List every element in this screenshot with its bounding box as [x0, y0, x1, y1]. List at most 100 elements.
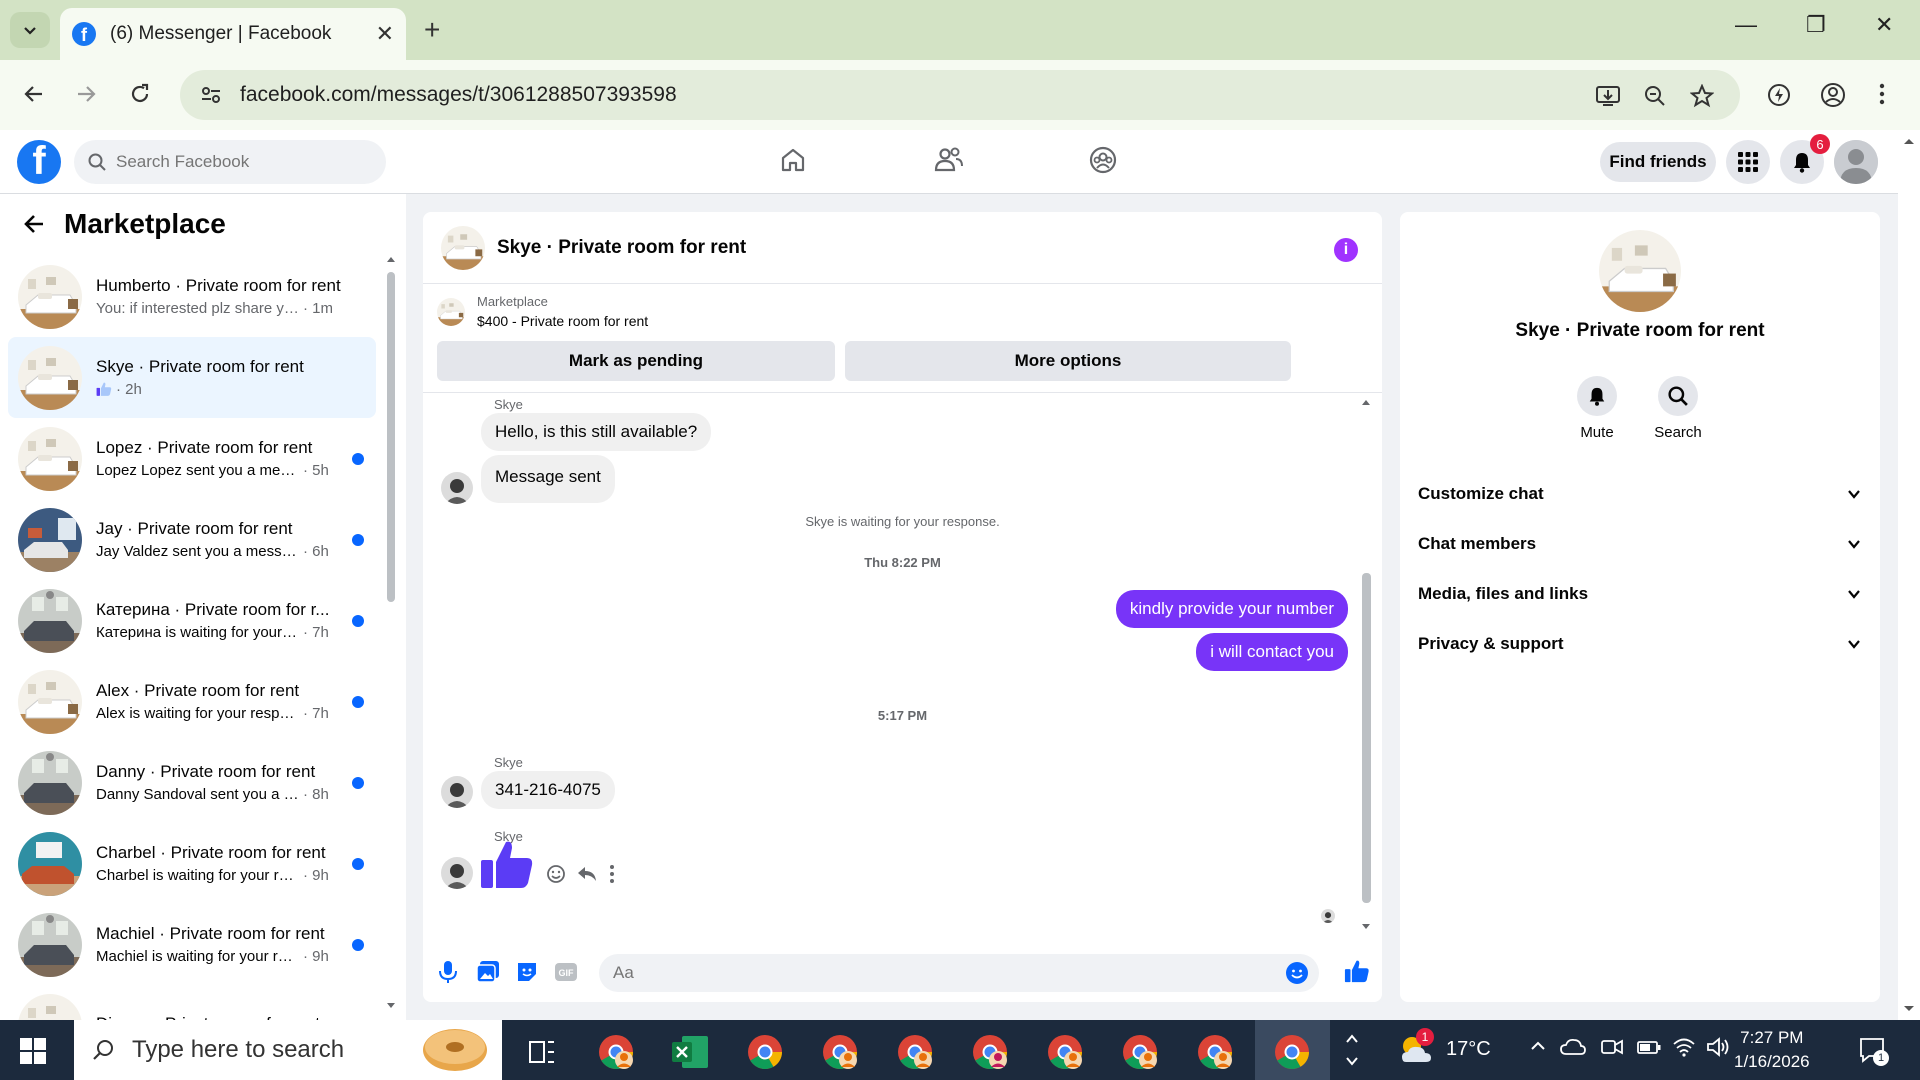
chrome-taskbar-app[interactable]: [820, 1032, 860, 1072]
chrome-taskbar-app[interactable]: [1120, 1032, 1160, 1072]
chat-list-item[interactable]: Lopez · Private room for rent Lopez Lopez…: [8, 418, 376, 499]
react-button[interactable]: [546, 864, 566, 884]
message-input[interactable]: [613, 963, 1253, 983]
scrollbar-thumb[interactable]: [1362, 573, 1371, 903]
chat-list-item[interactable]: Jay · Private room for rent Jay Valdez se…: [8, 499, 376, 580]
sender-avatar[interactable]: [441, 857, 473, 889]
close-tab-button[interactable]: ✕: [376, 21, 394, 47]
incoming-message[interactable]: Hello, is this still available?: [481, 413, 712, 451]
chat-list-item[interactable]: Charbel · Private room for rent Charbel i…: [8, 823, 376, 904]
weather-widget[interactable]: 1: [1396, 1028, 1436, 1070]
chat-list-scrollbar[interactable]: [384, 252, 398, 1012]
chat-info-section[interactable]: Chat members: [1416, 520, 1864, 568]
temperature-text[interactable]: 17°C: [1446, 1038, 1491, 1061]
mark-as-pending-button[interactable]: Mark as pending: [437, 341, 835, 381]
scroll-up-arrow-icon[interactable]: [384, 252, 398, 266]
performance-icon[interactable]: [1766, 82, 1792, 108]
wifi-tray-icon[interactable]: [1672, 1036, 1696, 1058]
conversation-title[interactable]: Skye · Private room for rent: [497, 237, 746, 259]
scroll-down-arrow-icon[interactable]: [1359, 919, 1373, 933]
tab-search-button[interactable]: [10, 12, 50, 48]
minimize-button[interactable]: —: [1735, 12, 1757, 38]
conversation-scrollbar[interactable]: [1359, 393, 1373, 933]
reload-button[interactable]: [128, 82, 152, 106]
action-center-button[interactable]: 1: [1858, 1036, 1889, 1066]
volume-tray-icon[interactable]: [1706, 1036, 1730, 1058]
browser-tab[interactable]: f (6) Messenger | Facebook ✕: [60, 8, 406, 60]
conversation-avatar[interactable]: [441, 225, 485, 270]
zoom-icon[interactable]: [1643, 84, 1667, 108]
incoming-message[interactable]: Message sent: [481, 455, 615, 503]
chrome-taskbar-app-active[interactable]: [1272, 1032, 1312, 1072]
chat-info-section[interactable]: Customize chat: [1416, 470, 1864, 518]
maximize-button[interactable]: ❐: [1806, 12, 1826, 38]
chat-info-avatar[interactable]: [1599, 230, 1681, 312]
home-nav-button[interactable]: [779, 146, 807, 174]
forward-button[interactable]: [74, 82, 98, 106]
mute-button[interactable]: Mute: [1562, 376, 1632, 441]
sender-avatar[interactable]: [441, 472, 473, 504]
chat-list-item[interactable]: Катерина · Private room for r... Катерина…: [8, 580, 376, 661]
chrome-taskbar-app[interactable]: [970, 1032, 1010, 1072]
omnibox[interactable]: facebook.com/messages/t/3061288507393598: [180, 70, 1740, 120]
install-app-icon[interactable]: [1595, 84, 1621, 108]
info-icon[interactable]: i: [1334, 238, 1358, 262]
profile-account-icon[interactable]: [1820, 82, 1846, 108]
chat-list-item[interactable]: Dianne · Private room for rent: [8, 985, 376, 1020]
reply-button[interactable]: [577, 864, 597, 884]
outgoing-message[interactable]: kindly provide your number: [1115, 590, 1348, 628]
taskbar-clock[interactable]: 7:27 PM 1/16/2026: [1734, 1026, 1810, 1074]
scroll-up-arrow-icon[interactable]: [1898, 130, 1920, 152]
browser-menu-icon[interactable]: [1878, 82, 1886, 106]
back-arrow-icon[interactable]: [22, 212, 46, 236]
search-in-conversation-button[interactable]: Search: [1643, 376, 1713, 441]
voice-clip-button[interactable]: [437, 960, 459, 984]
scroll-down-arrow-icon[interactable]: [384, 998, 398, 1012]
scroll-down-arrow-icon[interactable]: [1898, 998, 1920, 1020]
facebook-search-input[interactable]: [116, 152, 366, 172]
chat-info-title[interactable]: Skye · Private room for rent: [1400, 320, 1880, 342]
scroll-up-arrow-icon[interactable]: [1359, 395, 1373, 409]
profile-avatar[interactable]: [1834, 140, 1878, 184]
find-friends-button[interactable]: Find friends: [1600, 142, 1716, 182]
like-sticker[interactable]: [479, 836, 535, 892]
battery-tray-icon[interactable]: [1636, 1036, 1662, 1058]
taskbar-search-box[interactable]: Type here to search: [74, 1020, 502, 1080]
excel-taskbar-app[interactable]: [670, 1032, 710, 1072]
message-input-box[interactable]: [599, 954, 1319, 992]
incoming-message[interactable]: 341-216-4075: [481, 771, 615, 809]
taskbar-overflow-arrows[interactable]: [1344, 1030, 1360, 1070]
bookmark-star-icon[interactable]: [1690, 84, 1714, 108]
more-actions-button[interactable]: [609, 864, 615, 884]
friends-nav-button[interactable]: [934, 146, 964, 174]
emoji-icon[interactable]: [1285, 961, 1309, 985]
onedrive-tray-icon[interactable]: [1560, 1036, 1586, 1058]
send-like-button[interactable]: [1344, 958, 1370, 984]
chrome-taskbar-app[interactable]: [596, 1032, 636, 1072]
chrome-taskbar-app[interactable]: [745, 1032, 785, 1072]
chat-list-item[interactable]: Alex · Private room for rent Alex is wait…: [8, 661, 376, 742]
close-window-button[interactable]: ✕: [1875, 12, 1893, 38]
sticker-button[interactable]: [515, 960, 539, 984]
meet-now-tray-icon[interactable]: [1600, 1036, 1624, 1058]
chat-info-section[interactable]: Media, files and links: [1416, 570, 1864, 618]
menu-grid-button[interactable]: [1726, 140, 1770, 184]
chat-info-section[interactable]: Privacy & support: [1416, 620, 1864, 668]
listing-info[interactable]: Marketplace $400 - Private room for rent: [437, 294, 648, 329]
start-button[interactable]: [20, 1038, 46, 1064]
chrome-taskbar-app[interactable]: [1045, 1032, 1085, 1072]
chat-list-item[interactable]: Machiel · Private room for rent Machiel i…: [8, 904, 376, 985]
task-view-button[interactable]: [522, 1032, 562, 1072]
chat-list-item[interactable]: Danny · Private room for rent Danny Sando…: [8, 742, 376, 823]
chat-list-item[interactable]: Humberto · Private room for rent You: if …: [8, 256, 376, 337]
back-button[interactable]: [22, 82, 46, 106]
chrome-taskbar-app[interactable]: [895, 1032, 935, 1072]
facebook-logo[interactable]: f: [17, 140, 61, 184]
sender-avatar[interactable]: [441, 776, 473, 808]
scrollbar-thumb[interactable]: [387, 272, 395, 602]
chat-list-item[interactable]: Skye · Private room for rent · 2h: [8, 337, 376, 418]
chrome-taskbar-app[interactable]: [1195, 1032, 1235, 1072]
gif-button[interactable]: GIF: [554, 960, 578, 984]
site-info-icon[interactable]: [200, 84, 222, 106]
new-tab-button[interactable]: +: [424, 14, 440, 46]
